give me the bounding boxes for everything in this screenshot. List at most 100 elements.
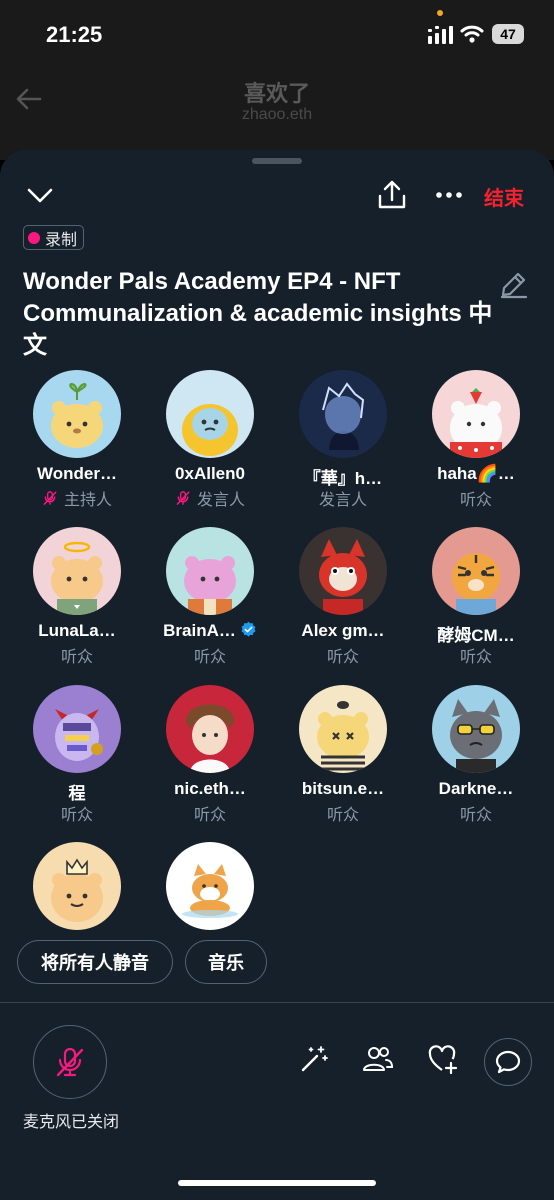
participant-name: 酵姆CM…	[416, 621, 536, 645]
participant-role: 发言人	[150, 486, 270, 510]
recording-dot-icon	[28, 231, 40, 244]
mic-off-icon	[176, 491, 190, 505]
participant-name: haha🌈…	[416, 464, 536, 484]
participant-name: LunaLa…	[17, 621, 137, 641]
mute-all-button[interactable]: 将所有人静音	[17, 940, 173, 984]
participant-card[interactable]: 0xAllen0 发言人	[150, 370, 270, 510]
red-cat-avatar	[299, 527, 387, 615]
participant-name: Wonder…	[17, 464, 137, 484]
space-title: Wonder Pals Academy EP4 - NFT Communaliz…	[23, 268, 493, 359]
participant-role-text: 听众	[459, 492, 492, 509]
mic-off-icon	[43, 491, 57, 505]
participant-role-text: 听众	[60, 807, 93, 824]
chat-bubble-icon	[495, 1050, 521, 1074]
background-page-subtitle: zhaoo.eth	[241, 106, 313, 123]
participant-role-text: 发言人	[196, 492, 245, 509]
cellular-signal-icon	[428, 26, 453, 44]
participant-name-text: 0xAllen0	[175, 464, 245, 483]
bear-bee-avatar	[299, 685, 387, 773]
participant-card[interactable]: bitsun.e… 听众	[283, 685, 403, 825]
participant-card[interactable]: 酵姆CM… 听众	[416, 527, 536, 667]
participant-role: 主持人	[17, 486, 137, 510]
participant-role-text: 听众	[193, 807, 226, 824]
participant-role-text: 听众	[326, 649, 359, 666]
gray-cat-sunglasses-avatar	[432, 685, 520, 773]
participant-name-text: BrainA…	[163, 621, 236, 640]
battery-indicator: 47	[492, 24, 524, 44]
background-page-header: 喜欢了 zhaoo.eth	[0, 70, 554, 160]
tiger-avatar	[432, 527, 520, 615]
magic-wand-icon	[301, 1046, 328, 1072]
wifi-icon	[460, 25, 484, 43]
chat-button[interactable]	[484, 1038, 532, 1086]
bear-crown-avatar	[33, 842, 121, 930]
participant-card[interactable]: LunaLa… 听众	[17, 527, 137, 667]
people-icon	[363, 1047, 394, 1071]
participant-name: nic.eth…	[150, 779, 270, 799]
yellow-raincoat-avatar	[166, 370, 254, 458]
react-button[interactable]	[424, 1040, 462, 1078]
participant-name-text: Darkne…	[438, 779, 514, 798]
bottom-divider	[0, 1002, 554, 1003]
participant-role-text: 主持人	[63, 492, 112, 509]
participant-role: 听众	[283, 801, 403, 825]
effects-button[interactable]	[295, 1040, 333, 1078]
participants-button[interactable]	[359, 1040, 397, 1078]
participant-role-text: 听众	[60, 649, 93, 666]
participant-card[interactable]: Wonder… 主持人	[17, 370, 137, 510]
share-icon[interactable]	[375, 178, 409, 212]
participant-name-text: LunaLa…	[38, 621, 116, 640]
bear-halo-avatar	[33, 527, 121, 615]
more-horizontal-icon[interactable]	[432, 178, 466, 212]
participant-role: 听众	[283, 643, 403, 667]
participant-card[interactable]: haha🌈… 听众	[416, 370, 536, 510]
participant-role: 听众	[17, 643, 137, 667]
participant-name-text: bitsun.e…	[301, 779, 385, 798]
purple-devil-avatar	[33, 685, 121, 773]
participant-role-text: 听众	[326, 807, 359, 824]
participant-card[interactable]	[17, 842, 137, 930]
recording-label: 录制	[45, 231, 78, 249]
status-bar: 21:25 47	[0, 0, 554, 70]
mic-status-label: 麦克风已关闭	[23, 1114, 120, 1131]
background-page-title: 喜欢了	[243, 81, 310, 106]
participant-name: BrainA…	[150, 621, 270, 641]
mic-toggle-button[interactable]	[33, 1025, 107, 1099]
participant-name: Darkne…	[416, 779, 536, 799]
home-indicator[interactable]	[178, 1180, 376, 1186]
chevron-down-icon[interactable]	[23, 178, 57, 212]
participant-card[interactable]: 『華』h… 发言人	[283, 370, 403, 510]
pink-bear-avatar	[166, 527, 254, 615]
heart-plus-icon	[428, 1045, 458, 1074]
participant-name: Alex ɡm…	[283, 621, 403, 641]
mic-off-icon	[56, 1047, 84, 1077]
participant-card[interactable]: Alex ɡm… 听众	[283, 527, 403, 667]
participant-card[interactable]: nic.eth… 听众	[150, 685, 270, 825]
sheet-grabber[interactable]	[252, 158, 302, 164]
verified-badge-icon	[241, 621, 256, 637]
participant-role: 听众	[150, 801, 270, 825]
participant-name: 0xAllen0	[150, 464, 270, 484]
participant-role: 听众	[416, 486, 536, 510]
privacy-indicator-dot	[437, 10, 443, 16]
participant-role: 听众	[17, 801, 137, 825]
participant-name-text: haha🌈…	[437, 464, 515, 483]
participant-name-text: Alex ɡm…	[301, 621, 385, 640]
participant-role-text: 听众	[193, 649, 226, 666]
participant-role-text: 发言人	[318, 492, 367, 509]
participant-name: 程	[17, 779, 137, 803]
space-sheet: 结束 录制 Wonder Pals Academy EP4 - NFT Comm…	[0, 150, 554, 1200]
participant-card[interactable]: 程听众	[17, 685, 137, 825]
music-button[interactable]: 音乐	[185, 940, 267, 984]
recording-badge: 录制	[23, 225, 85, 250]
participant-role-text: 听众	[459, 807, 492, 824]
participant-role-text: 听众	[459, 649, 492, 666]
participant-card[interactable]: BrainA… 听众	[150, 527, 270, 667]
participant-card[interactable]: Darkne… 听众	[416, 685, 536, 825]
pencil-icon[interactable]	[498, 268, 530, 300]
participant-card[interactable]	[150, 842, 270, 930]
participant-role: 听众	[416, 643, 536, 667]
anime-boy-avatar	[166, 685, 254, 773]
end-space-button[interactable]: 结束	[484, 182, 524, 211]
participant-name-text: Wonder…	[37, 464, 117, 483]
